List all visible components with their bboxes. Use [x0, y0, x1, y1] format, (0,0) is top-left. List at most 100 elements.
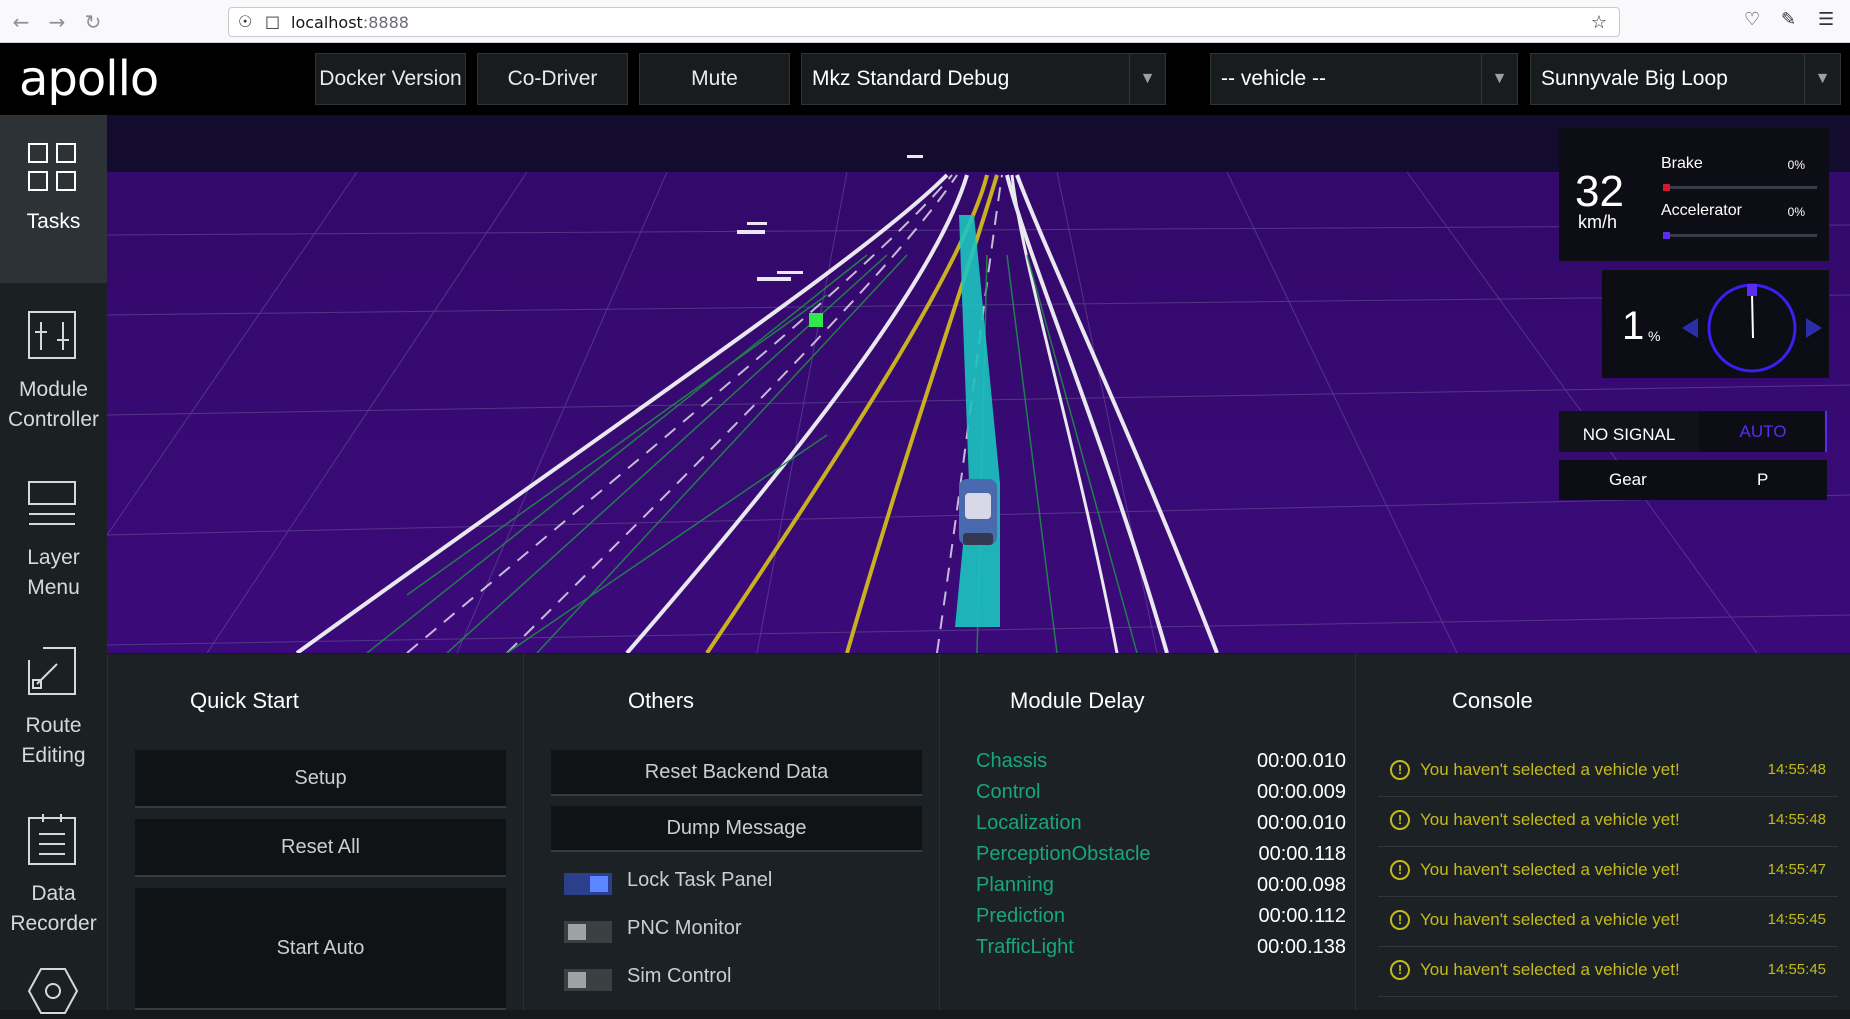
reload-icon[interactable]: ↻ [80, 9, 106, 35]
speed-value: 32 [1575, 167, 1624, 216]
sidebar-item-settings[interactable] [0, 955, 107, 1014]
sidebar-item-label: Menu [27, 576, 80, 599]
sidebar-item-label: Route [25, 714, 82, 737]
accelerator-meter-fill [1663, 232, 1670, 239]
extensions-icon[interactable]: ✎ [1781, 9, 1796, 30]
sidebar-item-label: Module [19, 378, 88, 401]
app-header: apollo Docker Version Co-Driver Mute Mkz… [0, 43, 1850, 115]
mode-select[interactable]: Mkz Standard Debug ▼ [801, 53, 1166, 105]
reset-all-button[interactable]: Reset All [135, 819, 506, 877]
console-message: You haven't selected a vehicle yet! [1420, 760, 1680, 779]
pnc-monitor-toggle[interactable] [564, 921, 612, 943]
drive-mode-indicator: AUTO [1701, 411, 1827, 452]
address-bar[interactable]: ☉ □ localhost:8888 ☆ [228, 7, 1620, 37]
sidebar-item-data-recorder[interactable]: Data Recorder [0, 787, 107, 955]
back-icon[interactable]: ← [8, 9, 34, 35]
lock-task-panel-toggle[interactable] [564, 873, 612, 895]
toggle-knob [568, 924, 586, 940]
sidebar-item-module-controller[interactable]: Module Controller [0, 283, 107, 451]
sidebar-item-label: Editing [21, 744, 86, 767]
shield-icon: ☉ [238, 12, 253, 31]
accelerator-meter [1663, 232, 1817, 239]
sidebar-item-label: Data [31, 882, 76, 905]
brake-meter-fill [1663, 184, 1670, 191]
side-nav: Tasks Module Controller Layer Menu Route… [0, 115, 107, 1014]
sidebar-item-route-editing[interactable]: Route Editing [0, 619, 107, 787]
console-entry: ! You haven't selected a vehicle yet! 14… [1378, 947, 1838, 997]
delay-row: Planning 00:00.098 [976, 874, 1346, 904]
steer-right-arrow [1806, 318, 1822, 338]
steering-value: 1 [1622, 304, 1645, 348]
delay-module-name: TrafficLight [976, 936, 1074, 958]
chevron-down-icon: ▼ [1481, 54, 1517, 104]
delay-module-name: Prediction [976, 905, 1065, 927]
reset-backend-data-button[interactable]: Reset Backend Data [551, 750, 922, 796]
console-message: You haven't selected a vehicle yet! [1420, 860, 1680, 879]
chevron-down-icon: ▼ [1804, 54, 1840, 104]
dump-message-button[interactable]: Dump Message [551, 806, 922, 852]
apollo-logo: apollo [19, 51, 159, 107]
warning-icon: ! [1390, 860, 1410, 880]
delay-value: 00:00.112 [1258, 905, 1347, 927]
console-title: Console [1452, 688, 1533, 713]
setup-button[interactable]: Setup [135, 750, 506, 808]
warning-icon: ! [1390, 910, 1410, 930]
menu-icon[interactable]: ☰ [1818, 9, 1834, 30]
warning-icon: ! [1390, 760, 1410, 780]
delay-row: Prediction 00:00.112 [976, 905, 1346, 935]
map-select[interactable]: Sunnyvale Big Loop ▼ [1530, 53, 1841, 105]
quick-start-panel: Quick Start Setup Reset All Start Auto [107, 654, 523, 1010]
chevron-down-icon: ▼ [1129, 54, 1165, 104]
browser-toolbar: ← → ↻ ☉ □ localhost:8888 ☆ ♡ ✎ ☰ [0, 0, 1850, 43]
vehicle-select[interactable]: -- vehicle -- ▼ [1210, 53, 1518, 105]
start-auto-button[interactable]: Start Auto [135, 888, 506, 1010]
console-timestamp: 14:55:45 [1767, 911, 1826, 928]
route-icon [28, 647, 76, 695]
console-entry: ! You haven't selected a vehicle yet! 14… [1378, 897, 1838, 947]
accelerator-percent: 0% [1787, 205, 1805, 219]
console-entry: ! You haven't selected a vehicle yet! 14… [1378, 797, 1838, 847]
delay-value: 00:00.098 [1257, 874, 1346, 896]
sidebar-item-label: Controller [7, 408, 100, 431]
warning-icon: ! [1390, 960, 1410, 980]
delay-row: Localization 00:00.010 [976, 812, 1346, 842]
mute-button[interactable]: Mute [639, 53, 790, 105]
lock-task-panel-label: Lock Task Panel [627, 869, 773, 891]
bookmark-star-icon[interactable]: ☆ [1591, 12, 1607, 33]
brake-meter [1663, 184, 1817, 191]
console-timestamp: 14:55:45 [1767, 961, 1826, 978]
map-select-value: Sunnyvale Big Loop [1541, 67, 1728, 90]
mode-select-value: Mkz Standard Debug [812, 67, 1010, 90]
console-message: You haven't selected a vehicle yet! [1420, 960, 1680, 979]
speed-unit: km/h [1578, 212, 1618, 232]
gear-value: P [1757, 470, 1769, 489]
delay-value: 00:00.138 [1257, 936, 1346, 958]
sidebar-item-label: Layer [27, 546, 80, 569]
delay-row: PerceptionObstacle 00:00.118 [976, 843, 1346, 873]
pocket-icon[interactable]: ♡ [1744, 9, 1760, 30]
sim-control-toggle[interactable] [564, 969, 612, 991]
console-timestamp: 14:55:47 [1767, 861, 1826, 878]
hexagon-icon [27, 968, 79, 1014]
delay-value: 00:00.009 [1257, 781, 1346, 803]
sidebar-item-layer-menu[interactable]: Layer Menu [0, 451, 107, 619]
delay-row: Chassis 00:00.010 [976, 750, 1346, 780]
steer-left-arrow [1682, 318, 1698, 338]
obstacle-marker [809, 313, 823, 327]
console-entry: ! You haven't selected a vehicle yet! 14… [1378, 747, 1838, 797]
delay-row: TrafficLight 00:00.138 [976, 936, 1346, 966]
layers-icon [28, 481, 76, 525]
sidebar-item-tasks[interactable]: Tasks [0, 115, 107, 283]
console-message: You haven't selected a vehicle yet! [1420, 810, 1680, 829]
forward-icon[interactable]: → [44, 9, 70, 35]
delay-module-name: Chassis [976, 750, 1048, 772]
vehicle-select-value: -- vehicle -- [1221, 67, 1327, 90]
co-driver-button[interactable]: Co-Driver [477, 53, 628, 105]
brake-label: Brake [1661, 155, 1703, 172]
others-title: Others [628, 688, 695, 713]
sim-control-label: Sim Control [627, 965, 732, 987]
docker-version-button[interactable]: Docker Version [315, 53, 466, 105]
quick-start-title: Quick Start [190, 688, 299, 713]
steering-wheel-icon [1682, 283, 1822, 373]
steering-unit: % [1648, 328, 1661, 344]
